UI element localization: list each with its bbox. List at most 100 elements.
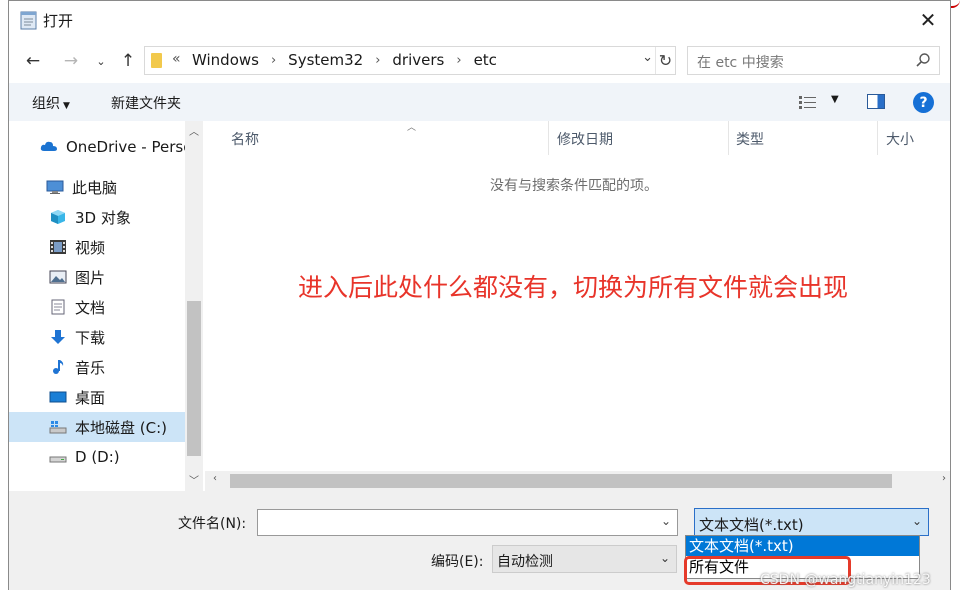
nav-label: 下载 xyxy=(75,328,106,347)
preview-pane-icon[interactable] xyxy=(867,94,885,109)
breadcrumb-windows[interactable]: Windows xyxy=(190,51,261,69)
chevron-down-icon: ⌄ xyxy=(911,514,922,528)
nav-label: 图片 xyxy=(75,268,106,287)
empty-list-message: 没有与搜索条件匹配的项。 xyxy=(490,178,658,194)
scroll-up-icon[interactable]: ︿ xyxy=(185,123,203,138)
nav-item-drive-d[interactable]: D (D:) xyxy=(9,442,185,472)
chevron-right-icon[interactable]: › xyxy=(261,53,286,68)
nav-scrollbar[interactable]: ︿ ﹀ xyxy=(185,121,203,491)
nav-item-3d-objects[interactable]: 3D 对象 xyxy=(9,202,185,232)
nav-item-documents[interactable]: 文档 xyxy=(9,292,185,322)
nav-item-onedrive[interactable]: OneDrive - Perso xyxy=(9,132,185,162)
nav-item-local-disk-c[interactable]: 本地磁盘 (C:) xyxy=(9,412,185,442)
column-header-date[interactable]: 修改日期 xyxy=(557,121,729,155)
arrow-left-icon: ← xyxy=(25,51,41,71)
search-icon xyxy=(916,53,930,67)
view-options-icon[interactable] xyxy=(798,94,818,110)
scrollbar-thumb[interactable] xyxy=(230,474,892,488)
search-input[interactable]: 在 etc 中搜索 xyxy=(697,52,784,72)
scroll-down-icon[interactable]: ﹀ xyxy=(185,472,203,487)
filename-field[interactable]: ⌄ xyxy=(257,509,678,536)
organize-label: 组织 xyxy=(32,96,60,112)
nav-label: 此电脑 xyxy=(72,178,118,197)
organize-menu[interactable]: 组织 ▼ xyxy=(32,93,70,113)
computer-icon xyxy=(46,180,64,194)
encoding-select[interactable]: 自动检测 ⌄ xyxy=(492,545,677,573)
folder-icon xyxy=(151,53,162,68)
nav-item-downloads[interactable]: 下载 xyxy=(9,322,185,352)
back-button[interactable]: ← xyxy=(21,48,45,74)
cloud-icon xyxy=(40,141,57,151)
column-header-name[interactable]: 名称 ︿ xyxy=(231,121,549,155)
filetype-value: 文本文档(*.txt) xyxy=(699,516,804,534)
scroll-left-icon[interactable]: ‹ xyxy=(213,473,217,484)
nav-label: 本地磁盘 (C:) xyxy=(75,418,167,437)
breadcrumb: Windows › System32 › drivers › etc xyxy=(190,51,499,69)
up-button[interactable]: ↑ xyxy=(116,48,140,74)
chevron-down-icon: ⌄ xyxy=(96,54,106,68)
column-label: 类型 xyxy=(736,132,764,148)
chevron-down-icon: ⌄ xyxy=(659,551,670,565)
document-icon xyxy=(51,299,65,315)
music-icon xyxy=(53,360,64,374)
picture-icon xyxy=(49,270,67,284)
nav-label: OneDrive - Perso xyxy=(66,138,185,156)
horizontal-scrollbar[interactable]: ‹ › xyxy=(205,471,950,491)
view-dropdown-icon[interactable]: ▼ xyxy=(831,94,839,105)
column-header-size[interactable]: 大小 xyxy=(886,121,942,155)
search-box[interactable]: 在 etc 中搜索 xyxy=(687,46,940,75)
breadcrumb-etc[interactable]: etc xyxy=(472,51,499,69)
refresh-button[interactable]: ↻ xyxy=(655,47,675,74)
filetype-select[interactable]: 文本文档(*.txt) ⌄ xyxy=(694,508,929,536)
title-bar: 打开 ✕ xyxy=(9,1,950,39)
nav-item-music[interactable]: 音乐 xyxy=(9,352,185,382)
column-label: 修改日期 xyxy=(557,132,613,148)
column-header-type[interactable]: 类型 xyxy=(736,121,878,155)
breadcrumb-system32[interactable]: System32 xyxy=(286,51,365,69)
nav-item-pictures[interactable]: 图片 xyxy=(9,262,185,292)
column-label: 大小 xyxy=(886,132,914,148)
refresh-icon: ↻ xyxy=(658,51,673,70)
drive-icon xyxy=(49,456,67,463)
encoding-label: 编码(E): xyxy=(431,554,484,570)
drive-icon xyxy=(49,421,67,434)
nav-label: 文档 xyxy=(75,298,106,317)
recent-locations-button[interactable]: ⌄ xyxy=(93,48,109,74)
cube-icon xyxy=(51,210,65,224)
nav-item-this-pc[interactable]: 此电脑 xyxy=(9,172,185,202)
background-page xyxy=(950,0,960,600)
background-decoration xyxy=(950,0,960,8)
encoding-value: 自动检测 xyxy=(497,554,553,570)
scroll-right-icon[interactable]: › xyxy=(942,473,946,484)
filename-label: 文件名(N): xyxy=(178,516,247,532)
nav-item-desktop[interactable]: 桌面 xyxy=(9,382,185,412)
address-dropdown-icon[interactable]: ⌄ xyxy=(642,50,653,65)
chevron-right-icon[interactable]: › xyxy=(365,53,390,68)
column-label: 名称 xyxy=(231,132,259,148)
overflow-crumbs[interactable]: « xyxy=(172,51,181,67)
address-bar[interactable]: « Windows › System32 › drivers › etc ⌄ ↻ xyxy=(144,46,676,75)
desktop-icon xyxy=(49,391,67,403)
watermark: CSDN @wangtianyin123 xyxy=(760,572,931,588)
file-list: 名称 ︿ 修改日期 类型 大小 没有与搜索条件匹配的项。 ‹ › xyxy=(205,121,950,491)
chevron-down-icon[interactable]: ⌄ xyxy=(661,514,671,528)
arrow-right-icon: → xyxy=(63,51,79,71)
nav-label: 音乐 xyxy=(75,358,106,377)
sort-ascending-icon: ︿ xyxy=(407,123,417,133)
filetype-option-txt[interactable]: 文本文档(*.txt) xyxy=(686,536,919,556)
chevron-right-icon[interactable]: › xyxy=(446,53,471,68)
nav-item-videos[interactable]: 视频 xyxy=(9,232,185,262)
breadcrumb-drivers[interactable]: drivers xyxy=(390,51,446,69)
new-folder-button[interactable]: 新建文件夹 xyxy=(111,93,181,113)
scrollbar-thumb[interactable] xyxy=(187,301,201,456)
nav-label: D (D:) xyxy=(75,448,120,466)
close-button[interactable]: ✕ xyxy=(908,3,948,37)
caret-down-icon: ▼ xyxy=(63,101,70,111)
forward-button[interactable]: → xyxy=(59,48,83,74)
notepad-icon xyxy=(20,11,37,30)
arrow-up-icon: ↑ xyxy=(120,51,136,71)
film-icon xyxy=(50,240,66,254)
help-icon[interactable]: ? xyxy=(913,92,934,113)
nav-label: 桌面 xyxy=(75,388,106,407)
command-bar: 组织 ▼ 新建文件夹 ▼ ? xyxy=(9,83,950,121)
